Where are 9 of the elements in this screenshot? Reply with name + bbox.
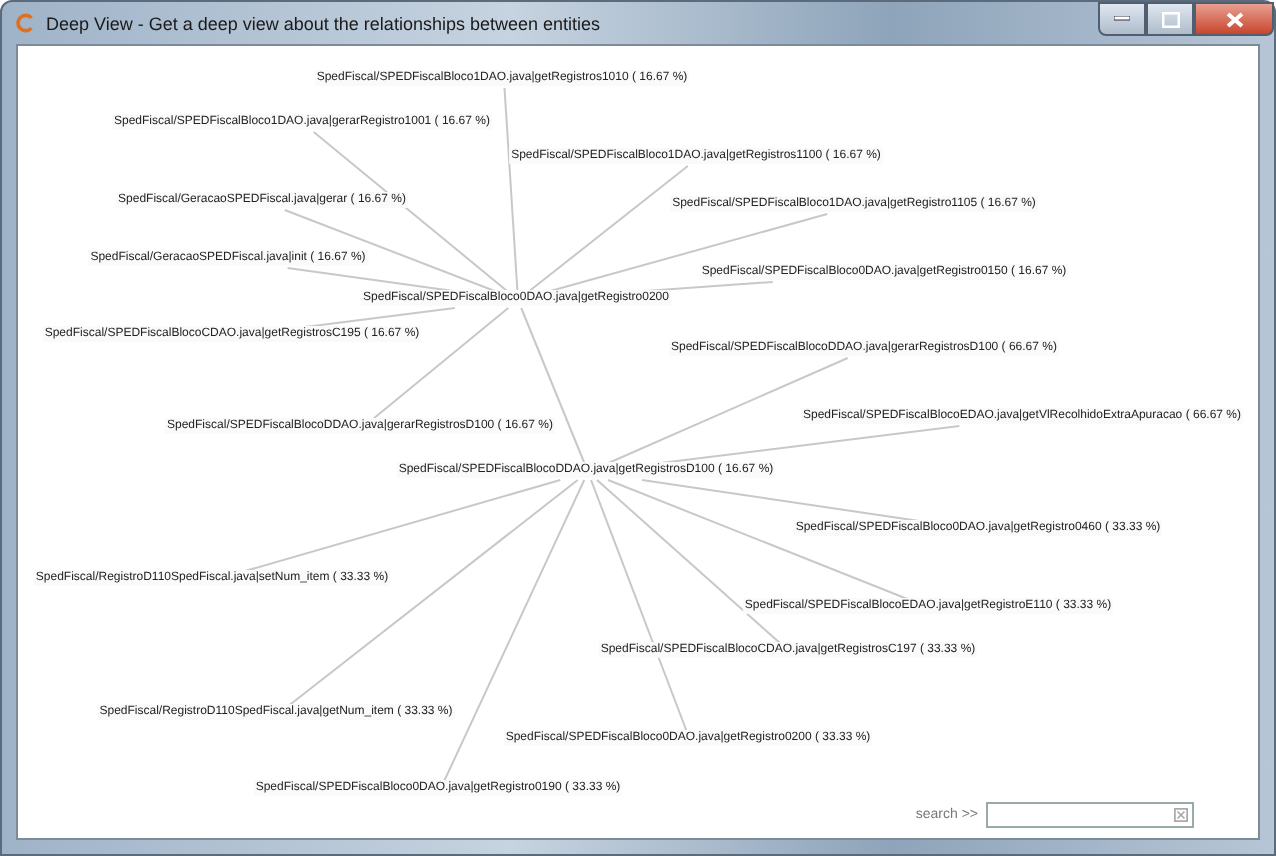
minimize-button[interactable]	[1098, 2, 1146, 36]
close-button[interactable]	[1194, 2, 1274, 36]
maximize-icon	[1161, 11, 1179, 27]
window-title: Deep View - Get a deep view about the relationships between entities	[46, 13, 601, 33]
close-icon	[1225, 11, 1243, 27]
app-icon	[14, 12, 36, 34]
search-field[interactable]	[986, 802, 1194, 828]
maximize-button[interactable]	[1146, 2, 1194, 36]
minimize-icon	[1114, 16, 1130, 22]
